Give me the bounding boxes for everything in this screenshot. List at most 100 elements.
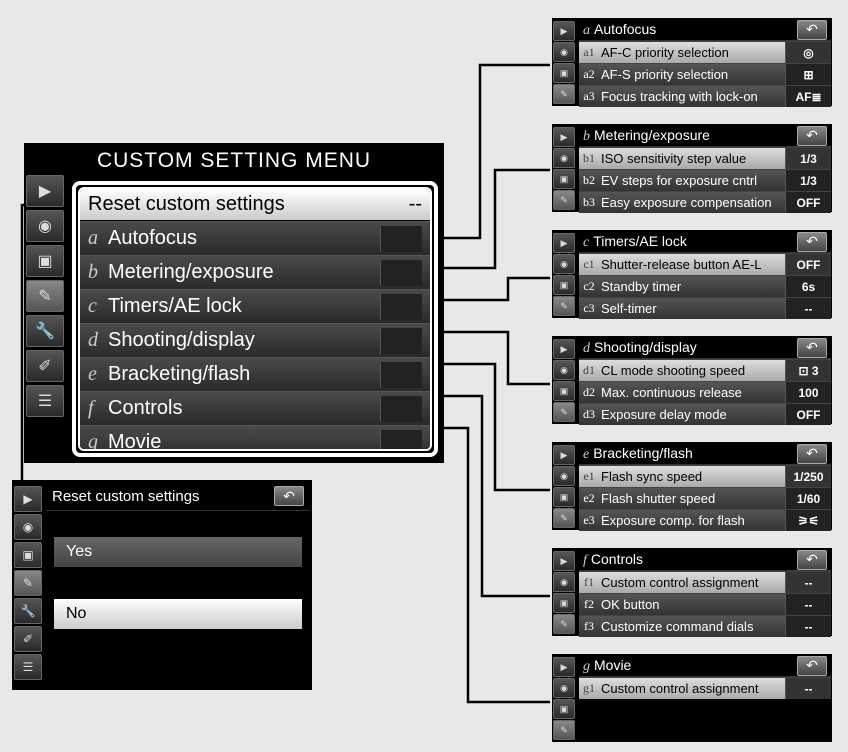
pencil-icon[interactable]: ✎ [553,508,575,528]
back-button[interactable]: ↶ [797,550,827,570]
sub-label: Exposure delay mode [599,407,785,422]
wrench-icon[interactable]: 🔧 [14,598,42,624]
retouch-icon[interactable]: ✐ [14,626,42,652]
menu-row-e[interactable]: eBracketing/flash [80,357,430,391]
sub-label: Focus tracking with lock-on [599,89,785,104]
play-icon[interactable]: ▶ [553,21,575,41]
movie-icon[interactable]: ▣ [553,593,575,613]
sub-row-c1[interactable]: c1Shutter-release button AE-LOFF [579,253,831,275]
sub-row-e1[interactable]: e1Flash sync speed1/250 [579,465,831,487]
camera-icon[interactable]: ◉ [553,678,575,698]
movie-icon[interactable]: ▣ [14,542,42,568]
play-icon[interactable]: ▶ [553,233,575,253]
sub-row-f1[interactable]: f1Custom control assignment-- [579,571,831,593]
movie-icon[interactable]: ▣ [26,245,64,277]
pencil-icon[interactable]: ✎ [14,570,42,596]
sub-header: cTimers/AE lock↶ [579,231,831,253]
camera-icon[interactable]: ◉ [26,210,64,242]
play-icon[interactable]: ▶ [553,551,575,571]
sub-row-a1[interactable]: a1AF-C priority selection◎ [579,41,831,63]
wrench-icon[interactable]: 🔧 [26,315,64,347]
sub-value: 100 [785,382,831,403]
back-button[interactable]: ↶ [797,126,827,146]
movie-icon[interactable]: ▣ [553,169,575,189]
sub-row-c2[interactable]: c2Standby timer6s [579,275,831,297]
camera-icon[interactable]: ◉ [553,466,575,486]
reset-no-option[interactable]: No [54,599,302,629]
play-icon[interactable]: ▶ [553,127,575,147]
pencil-icon[interactable]: ✎ [553,84,575,104]
sub-header: bMetering/exposure↶ [579,125,831,147]
menu-value-col [380,294,422,320]
sub-row-g1[interactable]: g1Custom control assignment-- [579,677,831,699]
menu-row-c[interactable]: cTimers/AE lock [80,289,430,323]
sub-header: aAutofocus↶ [579,19,831,41]
play-icon[interactable]: ▶ [553,657,575,677]
sub-row-b1[interactable]: b1ISO sensitivity step value1/3 [579,147,831,169]
menu-letter: c [88,295,108,318]
sub-row-b2[interactable]: b2EV steps for exposure cntrl1/3 [579,169,831,191]
pencil-icon[interactable]: ✎ [553,190,575,210]
reset-yes-option[interactable]: Yes [54,537,302,567]
sub-header: eBracketing/flash↶ [579,443,831,465]
camera-icon[interactable]: ◉ [553,360,575,380]
sub-label: Custom control assignment [599,575,785,590]
movie-icon[interactable]: ▣ [553,275,575,295]
sub-row-d1[interactable]: d1CL mode shooting speed⊡ 3 [579,359,831,381]
sub-row-c3[interactable]: c3Self-timer-- [579,297,831,319]
movie-icon[interactable]: ▣ [553,381,575,401]
sub-code: a1 [579,45,599,60]
list-icon[interactable]: ☰ [26,385,64,417]
sub-value: ⊡ 3 [785,360,831,381]
reset-label: Reset custom settings [88,193,285,216]
sub-row-a2[interactable]: a2AF-S priority selection⊞ [579,63,831,85]
menu-row-g[interactable]: gMovie [80,425,430,451]
pencil-icon[interactable]: ✎ [26,280,64,312]
list-icon[interactable]: ☰ [14,654,42,680]
pencil-icon[interactable]: ✎ [553,720,575,740]
back-button[interactable]: ↶ [797,338,827,358]
movie-icon[interactable]: ▣ [553,487,575,507]
camera-icon[interactable]: ◉ [553,42,575,62]
menu-label: Controls [108,397,182,420]
menu-value-col [380,396,422,422]
sub-row-f3[interactable]: f3Customize command dials-- [579,615,831,637]
sub-row-f2[interactable]: f2OK button-- [579,593,831,615]
pencil-icon[interactable]: ✎ [553,402,575,422]
play-icon[interactable]: ▶ [553,445,575,465]
sub-letter: g [583,659,590,674]
sub-row-d2[interactable]: d2Max. continuous release100 [579,381,831,403]
menu-row-f[interactable]: fControls [80,391,430,425]
sub-label: Shutter-release button AE-L [599,257,785,272]
sub-label: EV steps for exposure cntrl [599,173,785,188]
menu-label: Bracketing/flash [108,363,250,386]
menu-row-d[interactable]: dShooting/display [80,323,430,357]
pencil-icon[interactable]: ✎ [553,296,575,316]
sub-value: -- [785,616,831,637]
camera-icon[interactable]: ◉ [553,148,575,168]
reset-custom-settings-row[interactable]: Reset custom settings -- [80,189,430,221]
back-button[interactable]: ↶ [274,486,304,506]
menu-row-a[interactable]: aAutofocus [80,221,430,255]
sub-code: f3 [579,619,599,634]
play-icon[interactable]: ▶ [553,339,575,359]
movie-icon[interactable]: ▣ [553,699,575,719]
sub-row-e3[interactable]: e3Exposure comp. for flash⚞⚟ [579,509,831,531]
play-icon[interactable]: ▶ [14,486,42,512]
movie-icon[interactable]: ▣ [553,63,575,83]
camera-icon[interactable]: ◉ [553,254,575,274]
camera-icon[interactable]: ◉ [14,514,42,540]
menu-row-b[interactable]: bMetering/exposure [80,255,430,289]
sub-row-b3[interactable]: b3Easy exposure compensationOFF [579,191,831,213]
pencil-icon[interactable]: ✎ [553,614,575,634]
back-button[interactable]: ↶ [797,232,827,252]
camera-icon[interactable]: ◉ [553,572,575,592]
retouch-icon[interactable]: ✐ [26,350,64,382]
play-icon[interactable]: ▶ [26,175,64,207]
sub-row-e2[interactable]: e2Flash shutter speed1/60 [579,487,831,509]
back-button[interactable]: ↶ [797,656,827,676]
back-button[interactable]: ↶ [797,20,827,40]
sub-row-a3[interactable]: a3Focus tracking with lock-onAF≣ [579,85,831,107]
sub-row-d3[interactable]: d3Exposure delay modeOFF [579,403,831,425]
back-button[interactable]: ↶ [797,444,827,464]
